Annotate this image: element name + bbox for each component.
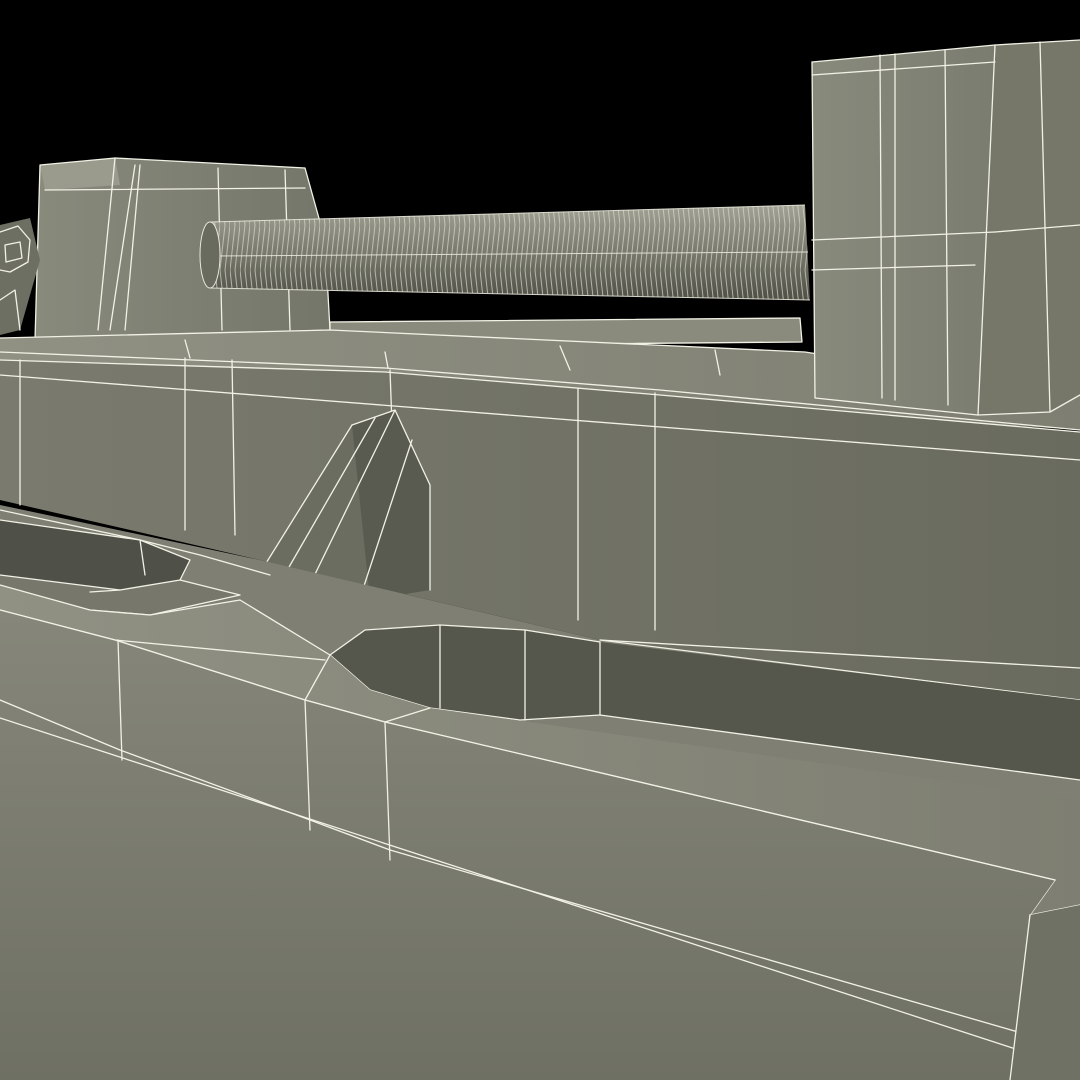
lead-screw <box>199 204 811 301</box>
movable-jaw <box>811 39 1080 416</box>
vise-render-viewport <box>0 39 1080 1080</box>
handle-stub <box>0 218 40 335</box>
